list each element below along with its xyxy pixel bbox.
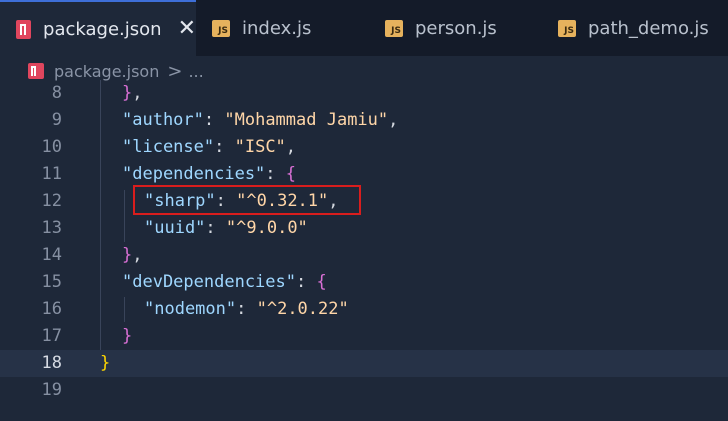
code-line[interactable]: 13 "uuid": "^9.0.0" (0, 215, 728, 242)
npm-icon (28, 63, 44, 79)
code-text: "devDependencies": { (122, 269, 327, 296)
tab-label: index.js (242, 17, 312, 39)
code-line[interactable]: 19 (0, 377, 728, 404)
code-token: "^9.0.0" (225, 218, 308, 238)
code-token: "license" (122, 137, 215, 157)
tab-label: package.json (43, 18, 162, 40)
indent-guide (124, 190, 125, 242)
line-number: 9 (51, 110, 62, 130)
tab-label: person.js (415, 17, 497, 39)
code-line[interactable]: 11 "dependencies": { (0, 161, 728, 188)
code-text: "nodemon": "^2.0.22" (144, 296, 349, 323)
code-token: } (122, 245, 133, 265)
code-line[interactable]: 14}, (0, 242, 728, 269)
code-token: , (132, 83, 143, 103)
code-line[interactable]: 12 "sharp": "^0.32.1", (0, 188, 728, 215)
line-number: 11 (41, 164, 62, 184)
line-number: 12 (41, 191, 62, 211)
code-token: { (316, 272, 327, 292)
code-token: { (285, 164, 297, 184)
tab-label: path_demo.js (588, 17, 709, 39)
code-token: , (388, 110, 399, 130)
code-token: "^2.0.22" (256, 299, 349, 319)
code-line[interactable]: 17} (0, 323, 728, 350)
code-token: : (205, 218, 226, 238)
code-line[interactable]: 16 "nodemon": "^2.0.22" (0, 296, 728, 323)
js-icon: JS (212, 19, 230, 37)
line-number: 16 (41, 299, 62, 319)
breadcrumb-file[interactable]: package.json (54, 62, 159, 81)
code-text: } (122, 323, 132, 350)
code-token: "nodemon" (144, 299, 237, 319)
code-token: : (265, 164, 286, 184)
tab-path-demo-js[interactable]: JS path_demo.js (542, 0, 728, 56)
line-number: 18 (41, 353, 62, 373)
code-token: : (203, 110, 225, 130)
breadcrumb-more[interactable]: ... (188, 62, 203, 81)
code-line[interactable]: 15 "devDependencies": { (0, 269, 728, 296)
code-token: "uuid" (144, 218, 206, 238)
code-text: }, (122, 242, 143, 269)
code-text: } (100, 350, 110, 377)
code-token: "ISC" (234, 137, 286, 157)
highlight-box (133, 185, 361, 215)
code-text: }, (122, 80, 143, 107)
line-number: 10 (41, 137, 62, 157)
code-token: "devDependencies" (122, 272, 296, 292)
tab-package-json[interactable]: package.json ✕ (0, 0, 196, 56)
line-number: 8 (51, 83, 62, 103)
npm-icon (16, 19, 32, 39)
tab-index-js[interactable]: JS index.js (196, 0, 369, 56)
code-token: "dependencies" (122, 164, 266, 184)
close-icon[interactable]: ✕ (178, 18, 196, 40)
code-token: : (236, 299, 257, 319)
code-text: "license": "ISC", (122, 134, 296, 161)
code-token: , (285, 137, 297, 157)
tab-person-js[interactable]: JS person.js (369, 0, 542, 56)
code-text: "dependencies": { (122, 161, 296, 188)
line-number: 15 (41, 272, 62, 292)
code-line[interactable]: 8}, (0, 80, 728, 107)
indent-guide (124, 297, 125, 322)
line-number: 19 (41, 380, 62, 400)
code-text: "author": "Mohammad Jamiu", (122, 107, 398, 134)
code-token: } (122, 326, 133, 346)
code-token: } (122, 83, 133, 103)
code-text: "uuid": "^9.0.0" (144, 215, 308, 242)
code-token: "Mohammad Jamiu" (224, 110, 389, 130)
code-editor[interactable]: 19 18} 17} 16 "nodemon": "^2.0.22" 15 "devDepe… (0, 80, 728, 421)
code-token: : (296, 272, 317, 292)
code-token: : (214, 137, 235, 157)
js-icon: JS (385, 19, 403, 37)
code-token: , (132, 245, 143, 265)
js-icon: JS (558, 19, 576, 37)
code-line[interactable]: 9 "author": "Mohammad Jamiu", (0, 107, 728, 134)
code-token: } (100, 353, 111, 373)
code-line[interactable]: 18} (0, 350, 728, 377)
indent-guide (100, 80, 101, 350)
line-number: 17 (41, 326, 62, 346)
chevron-right-icon: > (167, 60, 183, 82)
code-line[interactable]: 10 "license": "ISC", (0, 134, 728, 161)
tab-bar: package.json ✕ JS index.js JS person.js … (0, 0, 728, 56)
line-number: 14 (41, 245, 62, 265)
code-token: "author" (122, 110, 204, 130)
line-number: 13 (41, 218, 62, 238)
